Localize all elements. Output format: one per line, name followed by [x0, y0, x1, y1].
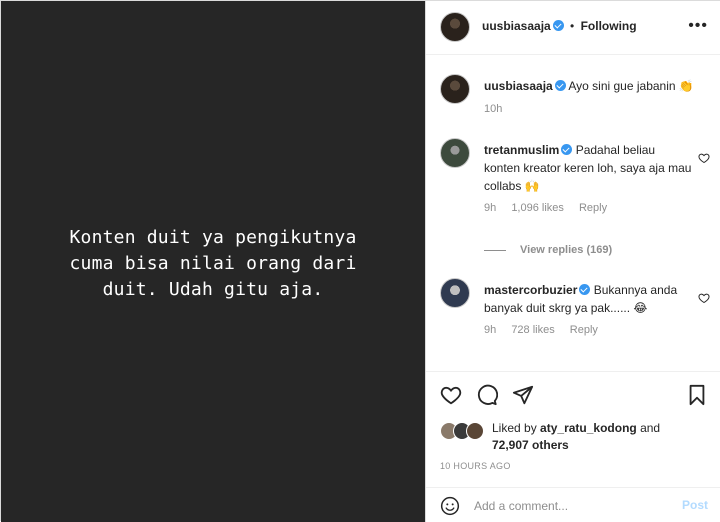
- verified-badge-icon: [579, 284, 591, 295]
- author-avatar[interactable]: [440, 12, 470, 42]
- view-replies-label: View replies (169): [520, 244, 613, 256]
- post-media[interactable]: Konten duit ya pengikutnya cuma bisa nil…: [1, 1, 425, 522]
- comment-like-heart-icon[interactable]: [698, 152, 710, 167]
- caption-meta: 10h: [484, 103, 514, 115]
- comment-item: mastercorbuzier Bukannya anda banyak dui…: [440, 278, 710, 348]
- comment-likes[interactable]: 728 likes: [511, 324, 554, 336]
- comment-username[interactable]: tretanmuslim: [484, 143, 559, 157]
- more-options-icon[interactable]: •••: [688, 17, 708, 35]
- comment-body: tretanmuslim Padahal beliau konten kreat…: [484, 141, 694, 195]
- comment-like-heart-icon[interactable]: [698, 292, 710, 307]
- commenter-avatar[interactable]: [440, 138, 470, 168]
- comment-time[interactable]: 9h: [484, 202, 496, 214]
- liked-by-text: Liked by aty_ratu_kodong and 72,907 othe…: [492, 420, 712, 454]
- post-header: uusbiasaaja • Following •••: [426, 1, 720, 55]
- post-timestamp[interactable]: 10 HOURS AGO: [440, 461, 511, 471]
- verified-badge-icon: [554, 80, 566, 91]
- liker-avatar: [466, 422, 484, 440]
- like-heart-icon[interactable]: [440, 384, 462, 406]
- caption-body: uusbiasaaja Ayo sini gue jabanin 👏: [484, 77, 694, 95]
- view-replies-button[interactable]: View replies (169): [484, 244, 612, 256]
- comment-meta: 9h 728 likes Reply: [484, 324, 610, 336]
- emoji-smiley-icon[interactable]: [440, 496, 460, 516]
- post-sidebar: uusbiasaaja • Following ••• uusbiasaaja …: [425, 1, 720, 522]
- comments-list[interactable]: uusbiasaaja Ayo sini gue jabanin 👏 10h t…: [426, 56, 720, 371]
- save-bookmark-icon[interactable]: [686, 384, 708, 406]
- author-username[interactable]: uusbiasaaja: [482, 19, 551, 33]
- comment-item: tretanmuslim Padahal beliau konten kreat…: [440, 138, 710, 218]
- liked-by-user[interactable]: aty_ratu_kodong: [540, 421, 637, 435]
- comment-bubble-icon[interactable]: [476, 384, 499, 406]
- post-dialog: Konten duit ya pengikutnya cuma bisa nil…: [0, 0, 720, 522]
- add-comment-input[interactable]: [474, 496, 664, 516]
- reply-button[interactable]: Reply: [570, 324, 598, 336]
- caption-username[interactable]: uusbiasaaja: [484, 79, 553, 93]
- caption: uusbiasaaja Ayo sini gue jabanin 👏 10h: [440, 74, 710, 120]
- header-info: uusbiasaaja • Following: [482, 19, 637, 33]
- replies-line: [484, 249, 506, 251]
- add-comment-bar: Post: [426, 487, 720, 522]
- liked-by-others[interactable]: 72,907 others: [492, 438, 569, 452]
- media-text: Konten duit ya pengikutnya cuma bisa nil…: [69, 226, 357, 300]
- comment-likes[interactable]: 1,096 likes: [511, 202, 564, 214]
- liker-avatars[interactable]: [440, 422, 490, 442]
- following-button[interactable]: Following: [581, 19, 637, 33]
- comment-meta: 9h 1,096 likes Reply: [484, 202, 619, 214]
- post-comment-button[interactable]: Post: [682, 498, 708, 512]
- header-separator: •: [570, 19, 575, 33]
- comment-username[interactable]: mastercorbuzier: [484, 283, 577, 297]
- verified-badge-icon: [561, 144, 573, 155]
- comment-time[interactable]: 9h: [484, 324, 496, 336]
- verified-badge-icon: [552, 20, 564, 31]
- liked-by-and: and: [640, 421, 661, 435]
- caption-time[interactable]: 10h: [484, 103, 502, 115]
- caption-avatar[interactable]: [440, 74, 470, 104]
- commenter-avatar[interactable]: [440, 278, 470, 308]
- liked-by-prefix: Liked by: [492, 421, 537, 435]
- caption-text: Ayo sini gue jabanin 👏: [568, 79, 694, 93]
- share-send-icon[interactable]: [512, 384, 534, 406]
- post-actions: Liked by aty_ratu_kodong and 72,907 othe…: [426, 371, 720, 486]
- comment-body: mastercorbuzier Bukannya anda banyak dui…: [484, 281, 694, 317]
- reply-button[interactable]: Reply: [579, 202, 607, 214]
